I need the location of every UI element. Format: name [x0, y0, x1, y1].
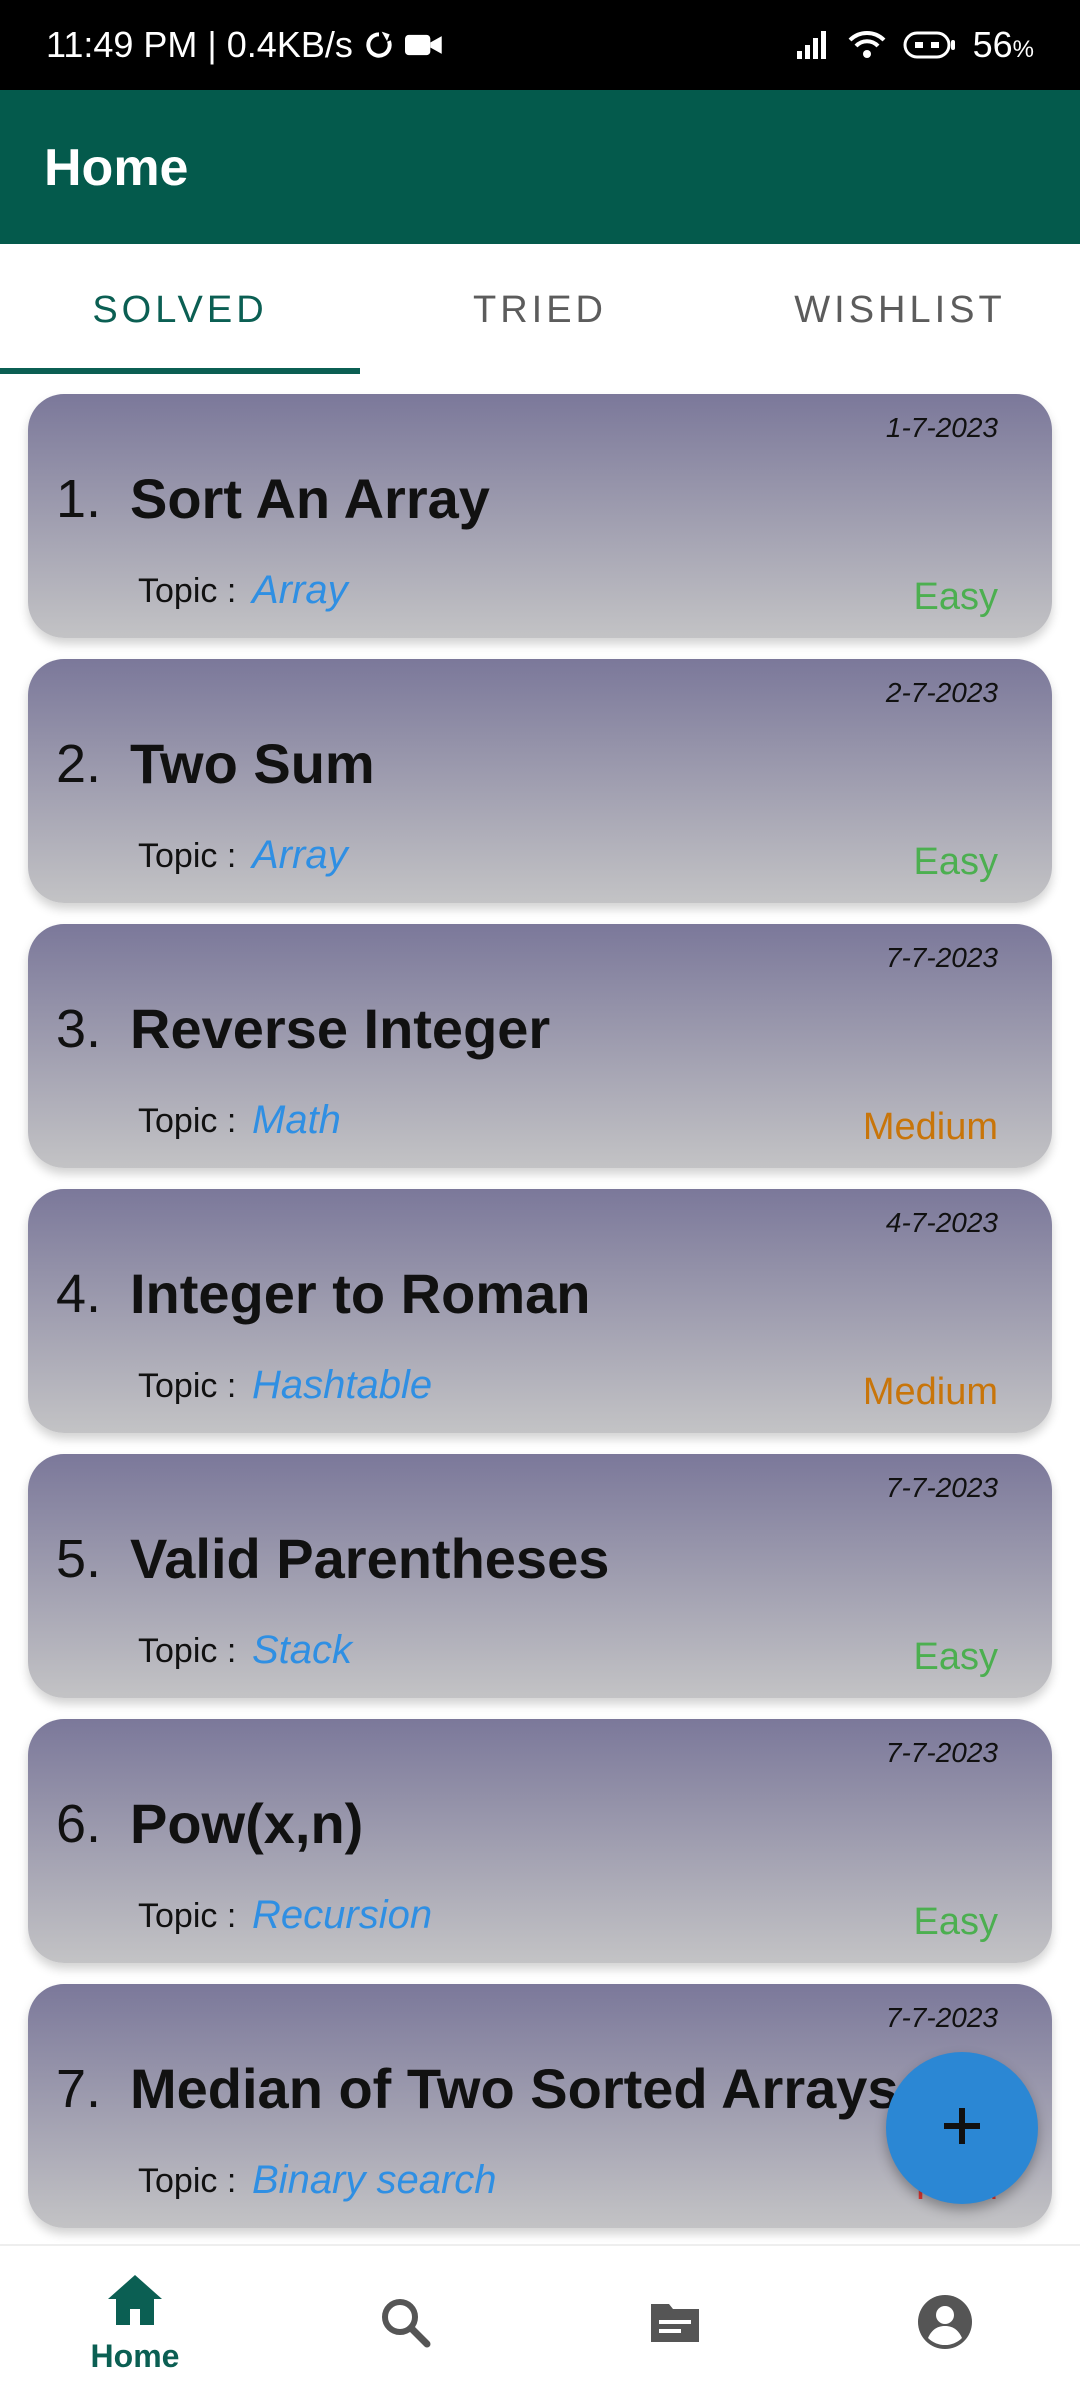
- status-time: 11:49 PM | 0.4KB/s: [46, 24, 353, 65]
- battery-value: 56: [972, 24, 1013, 65]
- app-bar: Home: [0, 90, 1080, 244]
- notes-icon: [647, 2298, 703, 2351]
- bottom-nav: Home: [0, 2244, 1080, 2402]
- difficulty-badge: Easy: [913, 576, 998, 618]
- card-title: Two Sum: [130, 732, 375, 795]
- card-title: Sort An Array: [130, 467, 490, 530]
- problem-card[interactable]: 7-7-2023 3. Reverse Integer Topic : Math…: [28, 924, 1052, 1168]
- card-title: Integer to Roman: [130, 1262, 591, 1325]
- topic-value: Hashtable: [252, 1363, 433, 1407]
- battery-percent: 56%: [973, 24, 1034, 66]
- signal-icon: [795, 29, 831, 61]
- status-bar: 11:49 PM | 0.4KB/s 56%: [0, 0, 1080, 90]
- card-date: 7-7-2023: [885, 942, 998, 973]
- card-date: 7-7-2023: [885, 1737, 998, 1768]
- topic-label: Topic :: [138, 1367, 237, 1405]
- add-problem-button[interactable]: [886, 2052, 1038, 2204]
- problem-card[interactable]: 4-7-2023 4. Integer to Roman Topic : Has…: [28, 1189, 1052, 1433]
- topic-value: Array: [252, 833, 348, 877]
- battery-unit: %: [1012, 36, 1034, 63]
- tab-bar: SOLVED TRIED WISHLIST: [0, 244, 1080, 376]
- difficulty-badge: Easy: [913, 1901, 998, 1943]
- topic-value: Array: [252, 568, 348, 612]
- topic-value: Recursion: [252, 1893, 433, 1937]
- topic-label: Topic :: [138, 572, 237, 610]
- nav-home[interactable]: Home: [0, 2246, 270, 2402]
- topic-value: Math: [252, 1098, 341, 1142]
- status-left: 11:49 PM | 0.4KB/s: [46, 24, 443, 66]
- card-number: 7.: [56, 2059, 102, 2119]
- sync-icon: [363, 29, 395, 61]
- card-number: 5.: [56, 1529, 102, 1589]
- topic-label: Topic :: [138, 2162, 237, 2200]
- card-number: 3.: [56, 999, 102, 1059]
- card-date: 7-7-2023: [885, 1472, 998, 1503]
- video-icon: [404, 31, 443, 59]
- tab-tried[interactable]: TRIED: [360, 244, 720, 376]
- card-number: 4.: [56, 1264, 102, 1324]
- problem-card[interactable]: 7-7-2023 6. Pow(x,n) Topic : Recursion E…: [28, 1719, 1052, 1963]
- card-date: 7-7-2023: [885, 2002, 998, 2033]
- card-title: Median of Two Sorted Arrays: [130, 2057, 899, 2120]
- tab-solved[interactable]: SOLVED: [0, 244, 360, 376]
- difficulty-badge: Medium: [862, 1106, 998, 1148]
- search-icon: [379, 2296, 431, 2353]
- account-icon: [917, 2294, 973, 2355]
- difficulty-badge: Easy: [913, 1636, 998, 1678]
- card-date: 4-7-2023: [885, 1207, 998, 1238]
- home-icon: [106, 2273, 164, 2332]
- problem-card[interactable]: 1-7-2023 1. Sort An Array Topic : Array …: [28, 394, 1052, 638]
- problem-card[interactable]: 7-7-2023 5. Valid Parentheses Topic : St…: [28, 1454, 1052, 1698]
- tab-wishlist[interactable]: WISHLIST: [720, 244, 1080, 376]
- card-title: Valid Parentheses: [130, 1527, 610, 1590]
- wifi-icon: [847, 29, 887, 61]
- battery-icon: [903, 30, 957, 60]
- topic-label: Topic :: [138, 1632, 237, 1670]
- problem-list[interactable]: 1-7-2023 1. Sort An Array Topic : Array …: [0, 376, 1080, 2244]
- nav-account[interactable]: [810, 2246, 1080, 2402]
- card-number: 1.: [56, 469, 102, 529]
- card-title: Reverse Integer: [130, 997, 551, 1060]
- card-number: 6.: [56, 1794, 102, 1854]
- page-title: Home: [44, 139, 189, 197]
- card-number: 2.: [56, 734, 102, 794]
- status-right: 56%: [795, 24, 1034, 66]
- nav-home-label: Home: [90, 2338, 180, 2374]
- tab-indicator: [0, 368, 360, 374]
- topic-label: Topic :: [138, 1897, 237, 1935]
- plus-icon: [940, 2104, 984, 2153]
- difficulty-badge: Easy: [913, 841, 998, 883]
- nav-search[interactable]: [270, 2246, 540, 2402]
- topic-label: Topic :: [138, 1102, 237, 1140]
- topic-value: Binary search: [252, 2158, 497, 2202]
- card-title: Pow(x,n): [130, 1792, 364, 1855]
- difficulty-badge: Medium: [862, 1371, 998, 1413]
- nav-notes[interactable]: [540, 2246, 810, 2402]
- card-date: 2-7-2023: [885, 677, 998, 708]
- card-date: 1-7-2023: [885, 412, 998, 443]
- topic-label: Topic :: [138, 837, 237, 875]
- topic-value: Stack: [252, 1628, 353, 1672]
- problem-card[interactable]: 2-7-2023 2. Two Sum Topic : Array Easy: [28, 659, 1052, 903]
